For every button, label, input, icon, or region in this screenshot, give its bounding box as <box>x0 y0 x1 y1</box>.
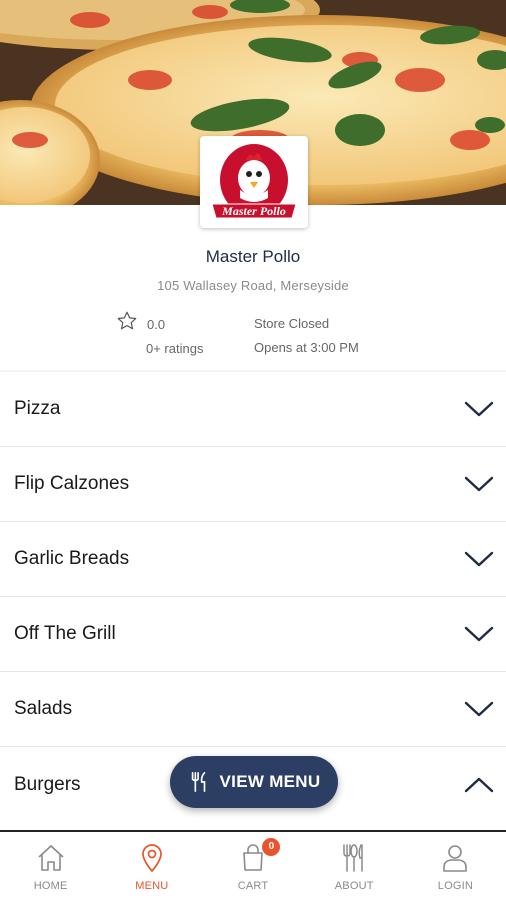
view-menu-label: VIEW MENU <box>219 772 321 791</box>
store-status: Store Closed <box>254 316 330 331</box>
cart-count-badge: 0 <box>262 838 281 856</box>
chevron-down-icon <box>464 401 494 417</box>
fork-knife-icon <box>343 844 363 872</box>
nav-home[interactable]: HOME <box>0 832 101 900</box>
category-label: Off The Grill <box>14 623 116 644</box>
category-label: Flip Calzones <box>14 473 130 494</box>
chevron-down-icon <box>464 701 494 717</box>
rating-block: 0.0 0+ ratings <box>116 310 236 360</box>
chevron-up-icon <box>464 777 494 792</box>
star-icon <box>117 311 137 330</box>
rating-count: 0+ ratings <box>146 341 204 356</box>
category-pizza[interactable]: Pizza <box>0 372 506 447</box>
category-label: Garlic Breads <box>14 548 130 569</box>
chevron-down-icon <box>464 626 494 642</box>
nav-label: HOME <box>33 880 68 892</box>
opening-time: Opens at 3:00 PM <box>254 340 359 355</box>
store-logo: Master Pollo <box>200 136 308 228</box>
category-label: Salads <box>14 698 73 719</box>
bottom-navigation: HOME MENU 0 CART ABOUT LOGIN <box>0 830 506 900</box>
nav-label: MENU <box>135 880 169 892</box>
category-garlic-breads[interactable]: Garlic Breads <box>0 522 506 597</box>
cutlery-icon <box>191 772 205 792</box>
category-off-the-grill[interactable]: Off The Grill <box>0 597 506 672</box>
nav-login[interactable]: LOGIN <box>405 832 506 900</box>
view-menu-button[interactable]: VIEW MENU <box>170 756 338 808</box>
location-pin-icon <box>141 844 162 873</box>
store-status-block: Store Closed Opens at 3:00 PM <box>254 316 414 360</box>
logo-text: Master Pollo <box>221 204 286 218</box>
store-address: 105 Wallasey Road, Merseyside <box>157 278 349 293</box>
nav-about[interactable]: ABOUT <box>304 832 405 900</box>
nav-label: LOGIN <box>437 880 474 892</box>
rating-value: 0.0 <box>147 317 166 332</box>
store-name: Master Pollo <box>205 247 301 266</box>
nav-label: CART <box>237 880 269 892</box>
chevron-down-icon <box>464 476 494 492</box>
home-icon <box>38 845 64 871</box>
category-flip-calzones[interactable]: Flip Calzones <box>0 447 506 522</box>
nav-label: ABOUT <box>334 880 374 892</box>
user-icon <box>443 845 468 872</box>
category-salads[interactable]: Salads <box>0 672 506 747</box>
category-label: Burgers <box>14 773 81 795</box>
category-label: Pizza <box>14 398 61 419</box>
chevron-down-icon <box>464 551 494 567</box>
nav-menu[interactable]: MENU <box>101 832 202 900</box>
nav-cart[interactable]: 0 CART <box>202 832 303 900</box>
category-list: Pizza Flip Calzones Garlic Breads Off Th… <box>0 372 506 822</box>
